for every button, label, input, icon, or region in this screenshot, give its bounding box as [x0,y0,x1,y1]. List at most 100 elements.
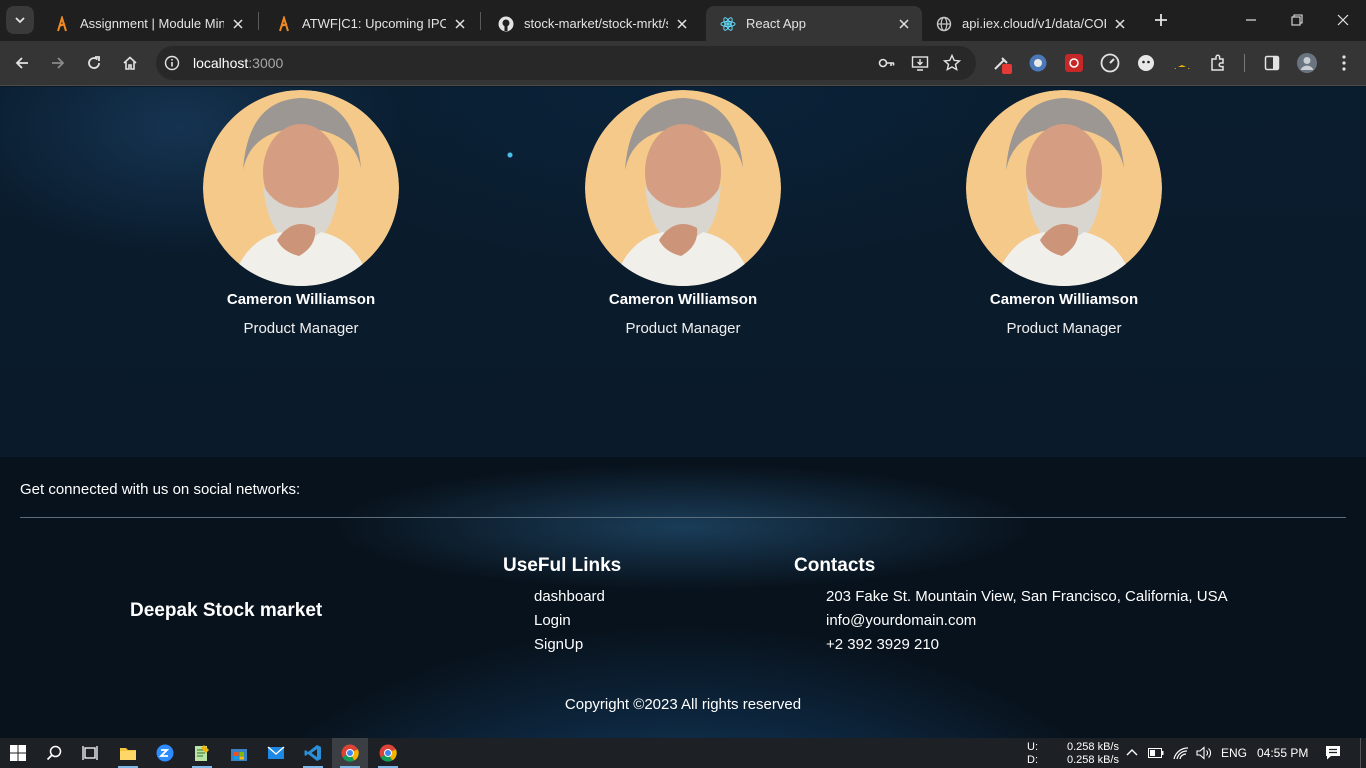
tab-react-app[interactable]: React App [706,6,922,41]
home-button[interactable] [118,51,142,75]
link-dashboard[interactable]: dashboard [534,588,605,612]
face-extension-icon[interactable] [1135,52,1157,74]
key-icon[interactable] [878,54,896,72]
chrome-app[interactable] [332,738,368,768]
close-icon[interactable] [230,16,246,32]
gauge-extension-icon[interactable] [1099,52,1121,74]
action-center-button[interactable] [1324,744,1342,762]
blue-circle-extension-icon[interactable] [1027,52,1049,74]
search-button[interactable] [36,738,72,768]
start-button[interactable] [0,738,36,768]
wifi-icon[interactable] [1172,744,1190,762]
net-upload-label: U: [1027,741,1038,753]
install-app-icon[interactable] [911,54,929,72]
globe-icon [936,16,952,32]
puzzle-extensions-icon[interactable] [1207,52,1229,74]
chrome-icon [341,744,359,762]
star-icon[interactable] [943,54,961,72]
github-icon [498,16,514,32]
member-name: Cameron Williamson [989,291,1139,308]
close-icon[interactable] [452,16,468,32]
show-hidden-icons-button[interactable] [1123,744,1141,762]
useful-links-heading: UseFul Links [503,555,622,576]
arrow-left-icon [15,57,28,69]
back-button[interactable] [10,51,34,75]
windows-logo-icon [10,745,26,761]
team-member-card: Cameron Williamson Product Manager [161,90,441,337]
toolbar-divider [1244,54,1245,72]
chrome-app-2[interactable] [370,738,406,768]
notification-icon [1326,746,1340,760]
home-icon [123,56,137,70]
contact-phone: +2 392 3929 210 [826,636,940,653]
red-grid-extension-icon[interactable] [1063,52,1085,74]
restore-icon [1291,14,1303,26]
notepad-app[interactable] [184,738,220,768]
tab-title: stock-market/stock-mrkt/src [524,16,668,31]
chevron-up-icon [1126,749,1138,756]
yellow-extension-icon[interactable] [1171,52,1193,74]
tab-github[interactable]: stock-market/stock-mrkt/src [484,6,700,41]
restore-button[interactable] [1285,8,1309,32]
site-info-icon[interactable] [164,55,180,71]
close-icon[interactable] [674,16,690,32]
minimize-icon [1246,19,1256,21]
side-panel-icon[interactable] [1261,52,1283,74]
plus-icon [1155,14,1167,26]
window-close-button[interactable] [1331,8,1355,32]
net-download-speed: 0.258 kB/s [1067,754,1119,766]
coding-ninja-icon [276,15,292,32]
file-explorer-app[interactable] [110,738,146,768]
tab-iex-api[interactable]: api.iex.cloud/v1/data/CORE/ [922,6,1138,41]
react-icon [720,16,736,32]
contact-email: info@yourdomain.com [826,612,977,629]
new-tab-button[interactable] [1149,8,1173,32]
contact-address: 203 Fake St. Mountain View, San Francisc… [826,588,1228,605]
member-avatar [203,90,399,286]
member-avatar [585,90,781,286]
vscode-icon [304,745,321,761]
team-member-card: Cameron Williamson Product Manager [543,90,823,337]
useful-links-list: dashboard Login SignUp [534,588,605,660]
mail-icon [267,746,285,759]
volume-icon[interactable] [1195,744,1213,762]
chevron-down-icon [15,17,25,24]
battery-icon[interactable] [1147,744,1165,762]
folder-icon [120,748,136,760]
more-menu-icon[interactable] [1333,52,1355,74]
task-view-button[interactable] [72,738,108,768]
task-view-icon [82,746,98,760]
close-icon[interactable] [896,16,912,32]
address-url[interactable]: localhost:3000 [193,55,283,71]
language-indicator[interactable]: ENG [1221,746,1247,760]
reload-button[interactable] [82,51,106,75]
search-icon [46,745,62,761]
footer-divider [20,517,1346,518]
clock[interactable]: 04:55 PM [1257,746,1308,760]
eyedropper-extension-icon[interactable] [991,52,1013,74]
forward-button[interactable] [46,51,70,75]
copyright-text: Copyright ©2023 All rights reserved [564,696,802,713]
store-app[interactable] [221,738,257,768]
coding-ninja-icon [54,15,70,32]
vscode-app[interactable] [295,738,331,768]
member-role: Product Manager [243,320,359,337]
close-icon[interactable] [1112,16,1128,32]
link-signup[interactable]: SignUp [534,636,605,660]
show-desktop-button[interactable] [1360,738,1366,768]
tab-title: ATWF|C1: Upcoming IPO and Stock Market [302,16,446,31]
link-login[interactable]: Login [534,612,605,636]
mail-app[interactable] [258,738,294,768]
member-name: Cameron Williamson [608,291,758,308]
team-section: Cameron Williamson Product Manager Camer… [0,87,1366,457]
reload-icon [88,56,100,69]
tab-assignment[interactable]: Assignment | Module Mini Project [40,6,256,41]
zoom-app[interactable] [147,738,183,768]
chrome-icon [379,744,397,762]
profile-avatar-icon[interactable] [1296,52,1318,74]
minimize-button[interactable] [1239,8,1263,32]
address-bar[interactable]: localhost:3000 [156,46,976,80]
site-footer: Get connected with us on social networks… [0,457,1366,738]
tab-search-button[interactable] [6,6,34,34]
tab-ipo[interactable]: ATWF|C1: Upcoming IPO and Stock Market [262,6,478,41]
